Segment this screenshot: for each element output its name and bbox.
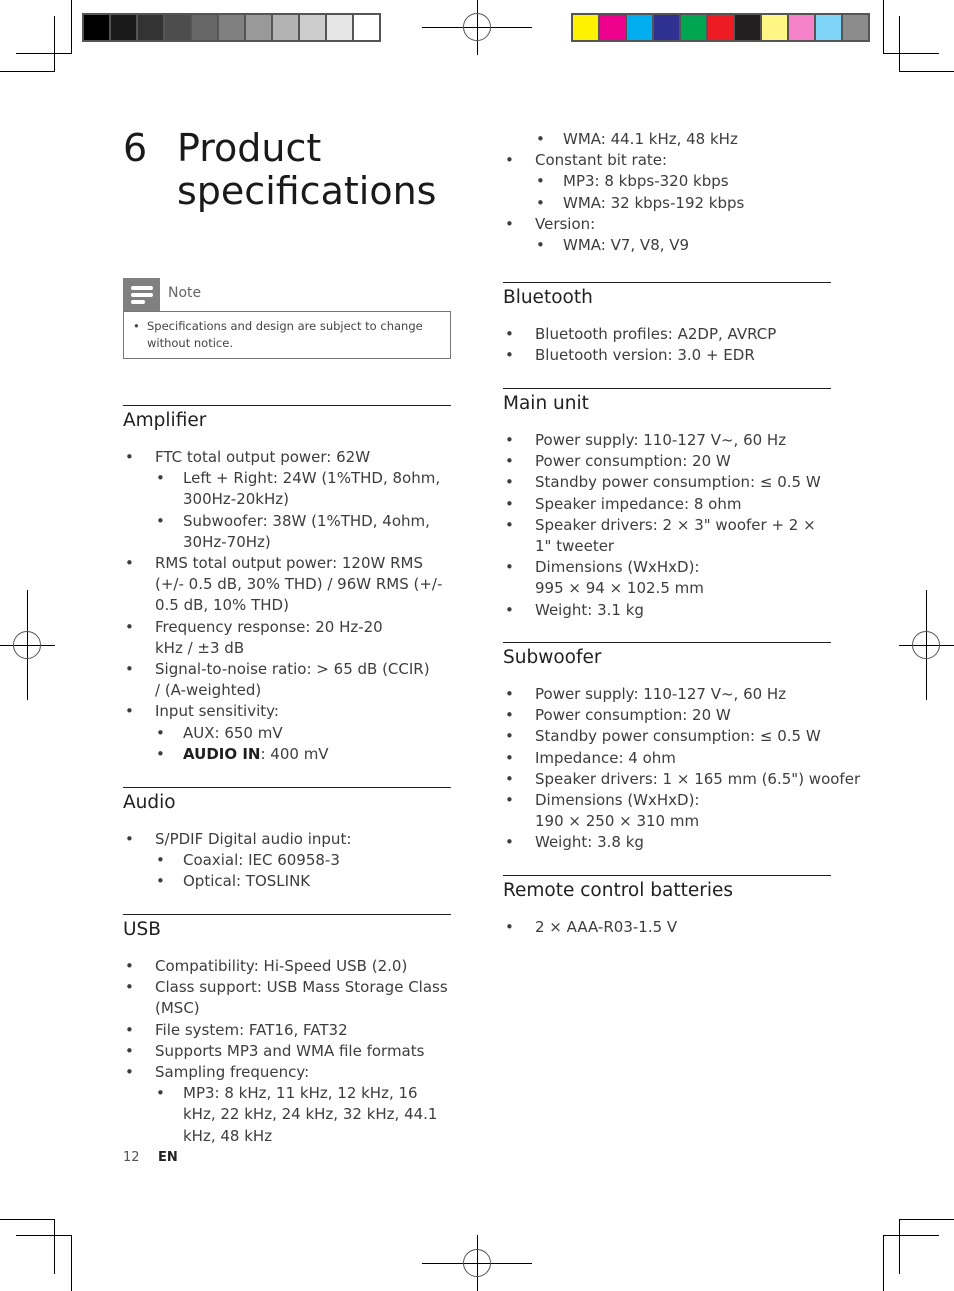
section-heading: Remote control batteries	[503, 880, 734, 901]
color-swatch	[273, 15, 298, 40]
list-item: • File system: FAT16, FAT32	[125, 1020, 348, 1039]
list-item: • Compatibility: Hi-Speed USB (2.0)	[125, 957, 408, 975]
list-item: • Power consumption: 20 W	[505, 706, 731, 725]
list-item: • AUDIO IN: 400 mV	[156, 744, 329, 763]
list-item: • Frequency response: 20 Hz-20 kHz / ±3 d…	[125, 617, 383, 657]
list-item: • Dimensions (WxHxD): 190 × 250 × 310 mm	[505, 791, 700, 831]
section-subwoofer: Subwoofer • Power supply: 110-127 V~, 60 …	[503, 642, 861, 854]
list-item: • Optical: TOSLINK	[156, 872, 311, 891]
list-item: • Class support: USB Mass Storage Class (…	[125, 978, 448, 1018]
color-swatch	[789, 15, 814, 40]
process-color-bar	[571, 13, 870, 42]
color-swatch	[600, 15, 625, 40]
list-item: • Speaker impedance: 8 ohm	[505, 494, 742, 513]
list-item: • Subwoofer: 38W (1%THD, 4ohm, 30Hz-70Hz)	[156, 511, 430, 551]
section-audio: Audio • S/PDIF Digital audio input: • Coax…	[123, 787, 451, 893]
list-item: • Weight: 3.1 kg	[505, 600, 644, 619]
list-item: • Power supply: 110-127 V~, 60 Hz	[505, 431, 787, 449]
section-heading: Subwoofer	[503, 647, 602, 668]
list-item: • Dimensions (WxHxD): 995 × 94 × 102.5 mm	[505, 558, 704, 598]
color-swatch	[654, 15, 679, 40]
note-icon	[123, 278, 160, 311]
list-item: • MP3: 8 kbps-320 kbps	[536, 172, 729, 191]
list-item: • Weight: 3.8 kg	[505, 833, 644, 852]
color-swatch	[573, 15, 598, 40]
color-swatch	[165, 15, 190, 40]
color-swatch	[735, 15, 760, 40]
section-main-unit: Main unit • Power supply: 110-127 V~, 60 …	[503, 388, 831, 621]
note-box: • Specifications and design are subject …	[123, 311, 451, 359]
list-item: • FTC total output power: 62W	[125, 448, 371, 466]
list-item: • Standby power consumption: ≤ 0.5 W	[505, 473, 821, 492]
color-swatch	[843, 15, 868, 40]
section-heading: Bluetooth	[503, 287, 593, 308]
note-bullet: •	[133, 319, 140, 333]
section-remote-batteries: Remote control batteries • 2 × AAA-R03-1.…	[503, 875, 831, 938]
chapter-number: 6	[123, 126, 148, 170]
color-swatch	[111, 15, 136, 40]
list-item: • Power supply: 110-127 V~, 60 Hz	[505, 685, 787, 703]
page-number: 12	[123, 1150, 140, 1165]
list-item: • RMS total output power: 120W RMS (+/- 0…	[125, 554, 443, 615]
list-item: • MP3: 8 kHz, 11 kHz, 12 kHz, 16 kHz, 22 …	[156, 1084, 438, 1145]
section-heading: Amplifier	[123, 410, 207, 431]
color-swatch	[84, 15, 109, 40]
section-usb: USB • Compatibility: Hi-Speed USB (2.0) •…	[123, 914, 451, 1147]
color-swatch	[138, 15, 163, 40]
list-item: • Input sensitivity:	[125, 702, 279, 721]
color-swatch	[246, 15, 271, 40]
section-heading: USB	[123, 919, 161, 940]
list-item: • Standby power consumption: ≤ 0.5 W	[505, 727, 821, 746]
color-swatch	[327, 15, 352, 40]
section-heading: Audio	[123, 792, 176, 813]
list-item: • WMA: 44.1 kHz, 48 kHz	[536, 130, 738, 148]
color-swatch	[192, 15, 217, 40]
list-item: • Speaker drivers: 1 × 165 mm (6.5") woof…	[505, 769, 861, 788]
section-heading: Main unit	[503, 393, 589, 414]
language-code: EN	[158, 1150, 178, 1165]
list-item: • Constant bit rate:	[505, 151, 668, 170]
list-item: • Sampling frequency:	[125, 1063, 310, 1082]
list-item: • Coaxial: IEC 60958-3	[156, 851, 340, 870]
list-item: • Bluetooth version: 3.0 + EDR	[505, 346, 755, 365]
color-swatch	[627, 15, 652, 40]
note-label: Note	[168, 285, 202, 301]
list-item: • S/PDIF Digital audio input:	[125, 830, 352, 848]
section-amplifier: Amplifier • FTC total output power: 62W •…	[123, 405, 451, 765]
list-item: • Impedance: 4 ohm	[505, 748, 676, 767]
list-item: • AUX: 650 mV	[156, 723, 283, 742]
color-swatch	[762, 15, 787, 40]
list-item: • Power consumption: 20 W	[505, 452, 731, 471]
list-item: • Left + Right: 24W (1%THD, 8ohm, 300Hz-2…	[156, 469, 441, 509]
color-swatch	[300, 15, 325, 40]
color-swatch	[708, 15, 733, 40]
color-swatch	[681, 15, 706, 40]
list-item: • Bluetooth profiles: A2DP, AVRCP	[505, 325, 777, 343]
list-item: • 2 × AAA-R03-1.5 V	[505, 918, 678, 936]
list-item: • WMA: 32 kbps-192 kbps	[536, 193, 745, 212]
chapter-title-text: Product specifications	[177, 126, 437, 213]
grayscale-color-bar	[82, 13, 381, 42]
section-usb-continued: • WMA: 44.1 kHz, 48 kHz • Constant bit rat…	[503, 129, 831, 256]
color-swatch	[816, 15, 841, 40]
list-item: • WMA: V7, V8, V9	[536, 236, 690, 255]
note-text: Specifications and design are subject to…	[147, 319, 423, 350]
section-bluetooth: Bluetooth • Bluetooth profiles: A2DP, AVR…	[503, 282, 831, 366]
list-item: • Signal-to-noise ratio: > 65 dB (CCIR) /…	[125, 660, 430, 700]
list-item: • Supports MP3 and WMA file formats	[125, 1041, 425, 1060]
color-swatch	[354, 15, 379, 40]
list-item: • Speaker drivers: 2 × 3" woofer + 2 × 1"…	[505, 515, 816, 556]
list-item: • Version:	[505, 214, 596, 233]
color-swatch	[219, 15, 244, 40]
